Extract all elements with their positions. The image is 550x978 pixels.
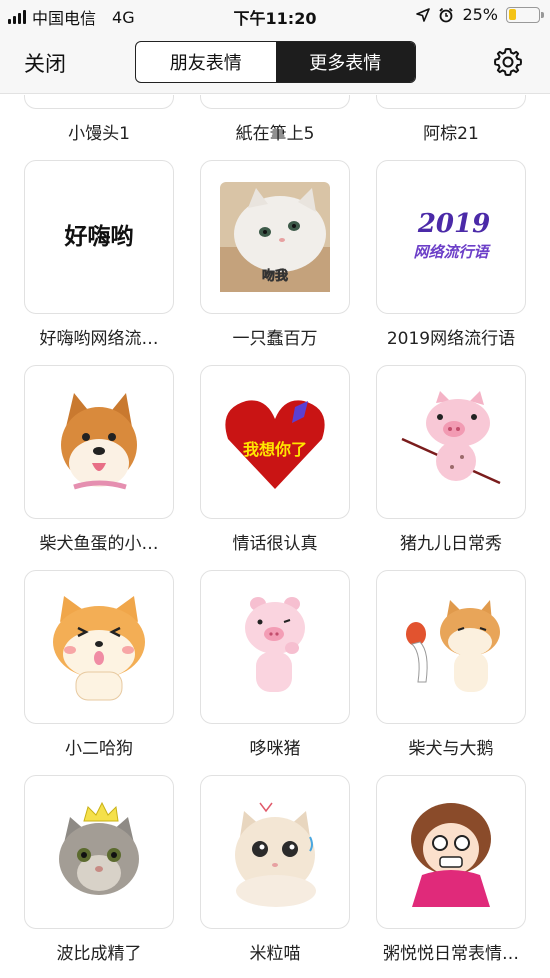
scared-kitten-sticker (235, 802, 316, 907)
close-button[interactable]: 关闭 (24, 48, 66, 78)
crown-cat-sticker (59, 801, 139, 895)
sticker-label[interactable]: 柴犬鱼蛋的小… (11, 529, 187, 554)
sticker-label[interactable]: 紙在筆上5 (187, 119, 363, 144)
shiba-dog-sticker (61, 393, 137, 490)
sticker-grid: 小馒头1 紙在筆上5 阿棕21 好嗨哟 吻我 2019 网络流行语 好嗨哟网络流… (0, 95, 550, 978)
heart-butterfly-sticker: 我想你了 (225, 400, 325, 489)
sticker-label[interactable]: 一只蠢百万 (187, 324, 363, 349)
sticker-label[interactable]: 粥悦悦日常表情… (363, 939, 539, 964)
sticker-label[interactable]: 波比成精了 (11, 939, 187, 964)
sticker-label[interactable]: 阿棕21 (363, 119, 539, 144)
sticker-label[interactable]: 柴犬与大鹅 (363, 734, 539, 759)
haohaiyo-sticker: 好嗨哟 (64, 223, 134, 250)
sticker-card[interactable] (24, 775, 174, 929)
sticker-card[interactable]: 2019 网络流行语 (376, 160, 526, 314)
sticker-label[interactable]: 米粒喵 (187, 939, 363, 964)
status-bar: 中国电信 4G 下午11:20 25% (0, 0, 550, 30)
sticker-card[interactable] (376, 365, 526, 519)
sticker-card[interactable]: 好嗨哟 (24, 160, 174, 314)
svg-text:我想你了: 我想你了 (243, 440, 307, 459)
slang-2019-sticker: 2019 网络流行语 (413, 209, 491, 261)
thinking-pig-sticker (245, 597, 305, 692)
battery-level (508, 9, 516, 20)
sticker-label[interactable]: 猪九儿日常秀 (363, 529, 539, 554)
battery-icon (506, 6, 544, 23)
sticker-label[interactable]: 2019网络流行语 (363, 324, 539, 349)
tab-friends-stickers[interactable]: 朋友表情 (136, 42, 276, 82)
sticker-card[interactable] (376, 775, 526, 929)
sticker-card-partial[interactable] (24, 95, 174, 109)
nav-bar: 关闭 朋友表情 更多表情 (0, 30, 550, 94)
location-arrow-icon (416, 7, 431, 22)
sticker-label[interactable]: 情话很认真 (187, 529, 363, 554)
sticker-card[interactable] (200, 570, 350, 724)
tab-more-stickers[interactable]: 更多表情 (275, 42, 415, 82)
svg-text:吻我: 吻我 (262, 268, 288, 284)
sticker-card[interactable] (24, 570, 174, 724)
sticker-card[interactable] (376, 570, 526, 724)
sticker-label[interactable]: 哆咪猪 (187, 734, 363, 759)
pink-pig-sticker (401, 391, 501, 485)
svg-text:网络流行语: 网络流行语 (413, 243, 491, 261)
sticker-card-partial[interactable] (376, 95, 526, 109)
sticker-card[interactable]: 吻我 (200, 160, 350, 314)
gear-icon[interactable] (492, 46, 524, 78)
alarm-icon (439, 7, 454, 22)
sticker-card[interactable]: 我想你了 (200, 365, 350, 519)
white-cat-sticker: 吻我 (220, 182, 330, 292)
battery-percent: 25% (462, 5, 498, 24)
svg-text:好嗨哟: 好嗨哟 (64, 223, 134, 250)
svg-text:2019: 2019 (417, 209, 490, 239)
cartoon-shiba-sticker (53, 596, 145, 701)
sticker-label[interactable]: 好嗨哟网络流… (11, 324, 187, 349)
shiba-goose-sticker (406, 600, 500, 692)
sticker-card[interactable] (24, 365, 174, 519)
sticker-label[interactable]: 小馒头1 (11, 119, 187, 144)
sticker-card[interactable] (200, 775, 350, 929)
sticker-label[interactable]: 小二哈狗 (11, 734, 187, 759)
sticker-card-partial[interactable] (200, 95, 350, 109)
cartoon-girl-sticker (411, 803, 491, 907)
tab-switcher: 朋友表情 更多表情 (135, 41, 416, 83)
